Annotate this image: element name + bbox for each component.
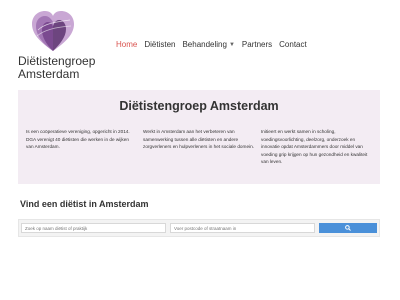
postcode-search-input[interactable]	[170, 223, 315, 233]
nav-behandeling[interactable]: Behandeling ▼	[182, 40, 239, 49]
site-header: Diëtistengroep Amsterdam Home Diëtisten …	[0, 0, 400, 86]
nav-dietisten[interactable]: Diëtisten	[144, 40, 180, 49]
intro-column-2: Werkt in Amsterdam aan het verbeteren va…	[143, 129, 254, 150]
nav-home[interactable]: Home	[116, 40, 142, 49]
nav-partners[interactable]: Partners	[242, 40, 277, 49]
nav-behandeling-label: Behandeling	[182, 40, 227, 49]
brand-name: Diëtistengroep Amsterdam	[18, 55, 95, 81]
banner-title: Diëtistengroep Amsterdam	[119, 99, 279, 113]
search-icon	[345, 225, 351, 231]
name-search-input[interactable]	[21, 223, 166, 233]
site-logo[interactable]: Diëtistengroep Amsterdam	[18, 10, 98, 86]
main-nav: Home Diëtisten Behandeling ▼ Partners Con…	[116, 40, 314, 49]
search-button[interactable]	[319, 223, 377, 233]
heart-logo-icon	[32, 11, 74, 51]
nav-contact[interactable]: Contact	[279, 40, 312, 49]
search-section-title: Vind een diëtist in Amsterdam	[20, 199, 149, 209]
intro-column-3: Initieert en werkt samen in scholing, vo…	[261, 129, 368, 165]
chevron-down-icon: ▼	[228, 42, 235, 48]
intro-column-1: Is een coöperatieve vereniging, opgerich…	[26, 129, 130, 150]
brand-line-2: Amsterdam	[18, 67, 80, 81]
intro-banner: Diëtistengroep Amsterdam Is een coöperat…	[18, 90, 380, 184]
search-form	[18, 219, 380, 237]
